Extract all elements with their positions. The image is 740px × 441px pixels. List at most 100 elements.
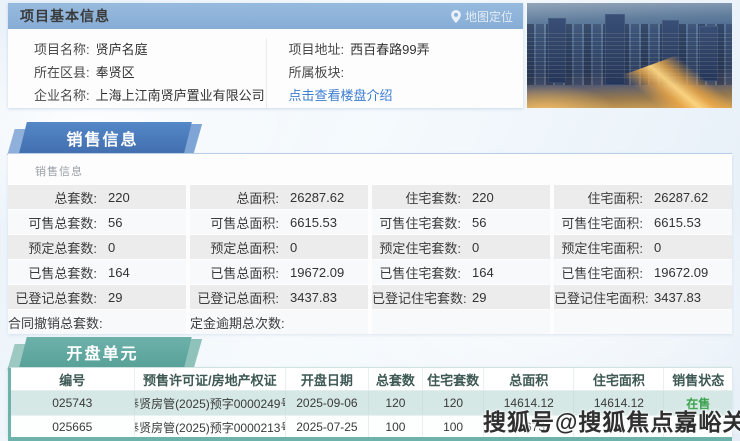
residential-units: 120 [421, 391, 483, 415]
map-locate-label: 地图定位 [464, 9, 513, 24]
license-number: 奉贤房管(2025)预字0000249号 [133, 391, 285, 415]
page-title: 项目基本信息 [20, 8, 110, 24]
sales-field: 住宅套数: 220 [372, 185, 550, 209]
watermark-text: 搜狐号@搜狐焦点嘉峪关站 [483, 409, 740, 435]
sales-field: 可售住宅套数: 56 [372, 210, 550, 234]
sales-field: 可售住宅面积: 6615.53 [554, 210, 732, 234]
field-label: 可售住宅面积: [561, 215, 643, 231]
field-value: 220 [108, 189, 130, 205]
project-district-row: 所在区县: 奉贤区 [34, 61, 266, 84]
sales-field: 已售总套数: 164 [8, 260, 186, 284]
field-label: 总面积: [236, 190, 279, 206]
project-info-right-column: 项目地址: 西百春路99弄 所属板块: 点击查看楼盘介绍 [265, 38, 524, 108]
project-company-row: 企业名称: 上海上江南贤庐置业有限公司 [34, 84, 266, 107]
opening-units-section-tab: 开盘单元 [7, 337, 203, 370]
project-info-header: 项目基本信息 地图定位 [8, 3, 523, 29]
field-value: 29 [472, 289, 487, 305]
sales-info-grid: 总套数: 220 总面积: 26287.62 住宅套数: 220 住宅面积: 26287… [8, 185, 732, 334]
field-value: 29 [108, 289, 123, 305]
field-value: 贤庐名庭 [95, 42, 148, 57]
column-header: 住宅面积 [573, 368, 663, 390]
field-label: 住宅面积: [587, 190, 643, 206]
field-value: 0 [290, 239, 298, 255]
map-pin-icon [451, 9, 461, 23]
column-header: 总套数 [367, 368, 422, 390]
column-header: 总面积 [483, 368, 573, 390]
unit-id: 025665 [52, 420, 93, 434]
sales-field: 已售总面积: 19672.09 [190, 260, 368, 284]
field-label: 预定住宅套数: [379, 240, 461, 256]
field-label: 已售总面积: [210, 265, 279, 281]
field-label: 已登记总套数: [15, 290, 97, 306]
opening-units-tab-label: 开盘单元 [66, 346, 139, 363]
section-bottom-bar [8, 437, 732, 441]
sales-field: 已登记总面积: 3437.83 [190, 285, 368, 309]
sales-info-subtitle: 销售信息 [35, 166, 83, 178]
sales-field [372, 310, 550, 334]
field-label: 总套数: [54, 190, 97, 206]
sales-field: 已登记住宅面积: 3437.83 [554, 285, 732, 309]
column-header: 销售状态 [663, 368, 731, 390]
project-intro-row: 点击查看楼盘介绍 [289, 84, 524, 107]
field-label: 所属板块: [288, 65, 345, 80]
sales-field: 定金逾期总次数: [190, 310, 368, 334]
field-label: 已登记住宅套数: [372, 290, 467, 306]
sales-field: 预定住宅面积: 0 [554, 235, 732, 259]
field-label: 已售总套数: [28, 265, 97, 281]
sales-field: 预定住宅套数: 0 [372, 235, 550, 259]
opening-date: 2025-09-06 [284, 391, 368, 415]
field-label: 已售住宅套数: [379, 265, 461, 281]
field-label: 已登记住宅面积: [554, 290, 649, 306]
field-value: 19672.09 [654, 264, 709, 280]
sales-info-panel: 销售信息 总套数: 220 总面积: 26287.62 住宅套数: 220 住宅面积:… [8, 153, 732, 334]
license-number: 奉贤房管(2025)预字0000213号 [133, 416, 285, 438]
page: 项目基本信息 地图定位 项目名称: 贤庐名庭 所在区县: 奉贤区 企业名称: 上海上江… [0, 0, 740, 441]
project-name-row: 项目名称: 贤庐名庭 [34, 38, 266, 61]
column-header: 住宅套数 [421, 368, 483, 390]
field-value: 164 [108, 264, 130, 280]
field-value: 220 [472, 189, 494, 205]
project-address-row: 项目地址: 西百春路99弄 [289, 38, 524, 61]
field-value: 164 [472, 264, 494, 280]
sales-info-section-tab: 销售信息 [7, 122, 203, 155]
table-header-row: 编号 预售许可证/房地产权证 开盘日期 总套数 住宅套数 总面积 住宅面积 销售… [11, 368, 732, 391]
view-building-intro-link[interactable]: 点击查看楼盘介绍 [289, 88, 393, 103]
column-header: 编号 [59, 372, 86, 388]
project-photo [527, 3, 732, 108]
unit-id: 025743 [52, 396, 93, 410]
map-locate-link[interactable]: 地图定位 [451, 8, 513, 25]
field-label: 预定总面积: [210, 240, 279, 256]
field-label: 可售总面积: [210, 215, 279, 231]
field-value: 西百春路99弄 [350, 42, 430, 57]
column-header: 预售许可证/房地产权证 [133, 368, 285, 390]
field-value: 0 [472, 239, 480, 255]
field-value: 56 [108, 214, 123, 230]
project-info-panel: 项目基本信息 地图定位 项目名称: 贤庐名庭 所在区县: 奉贤区 企业名称: 上海上江… [8, 3, 523, 108]
field-value: 3437.83 [290, 289, 337, 305]
field-label: 企业名称: [34, 88, 90, 103]
sales-field: 已登记总套数: 29 [8, 285, 186, 309]
sales-field: 合同撤销总套数: [8, 310, 186, 334]
sales-field: 可售总套数: 56 [8, 210, 186, 234]
sales-field: 已售住宅面积: 19672.09 [554, 260, 732, 284]
sales-field: 总套数: 220 [8, 185, 186, 209]
field-label: 住宅套数: [405, 190, 461, 206]
company-link[interactable]: 上海上江南贤庐置业有限公司 [96, 88, 265, 103]
sales-info-tab-label: 销售信息 [66, 131, 139, 149]
field-label: 项目名称: [34, 42, 90, 57]
field-label: 可售住宅套数: [379, 215, 461, 231]
opening-date: 2025-07-25 [284, 416, 368, 438]
project-info-left-column: 项目名称: 贤庐名庭 所在区县: 奉贤区 企业名称: 上海上江南贤庐置业有限公司 [8, 38, 266, 108]
sales-field: 已售住宅套数: 164 [372, 260, 550, 284]
column-header: 开盘日期 [284, 368, 368, 390]
field-value: 26287.62 [654, 189, 709, 205]
sales-field: 总面积: 26287.62 [190, 185, 368, 209]
sales-field: 已登记住宅套数: 29 [372, 285, 550, 309]
field-label: 已售住宅面积: [561, 265, 643, 281]
field-label: 合同撤销总套数: [8, 315, 103, 331]
field-value: 0 [654, 239, 662, 255]
sales-field: 可售总面积: 6615.53 [190, 210, 368, 234]
project-info-body: 项目名称: 贤庐名庭 所在区县: 奉贤区 企业名称: 上海上江南贤庐置业有限公司 项目… [8, 29, 523, 108]
sales-field: 住宅面积: 26287.62 [554, 185, 732, 209]
field-value: 6615.53 [654, 214, 701, 230]
